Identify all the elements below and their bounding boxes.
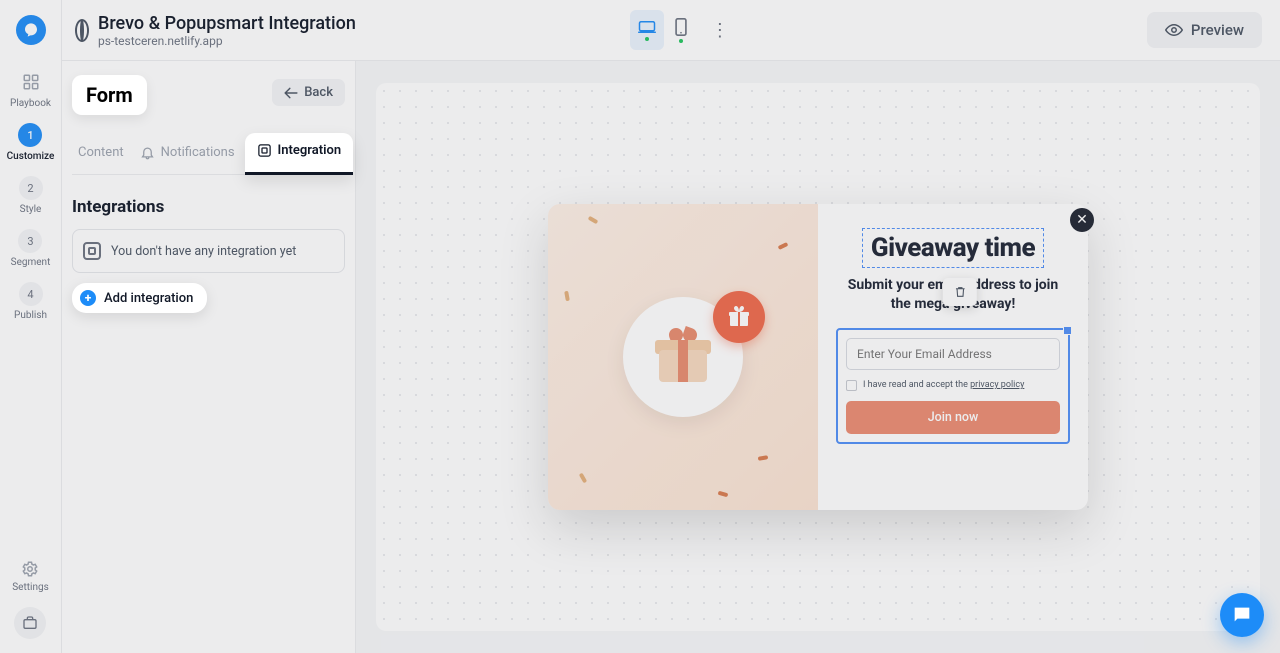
artboard[interactable]: Giveaway time Submit your email address …: [376, 83, 1260, 631]
chat-icon: [1231, 604, 1253, 626]
rail-workspace-button[interactable]: [14, 607, 46, 639]
device-mobile-button[interactable]: [664, 10, 698, 50]
tab-notifications[interactable]: Notifications: [134, 135, 241, 172]
canvas-area: Giveaway time Submit your email address …: [356, 61, 1280, 653]
plus-icon: +: [80, 290, 96, 306]
step-1-badge: 1: [18, 123, 42, 147]
gift-badge-icon: [713, 291, 765, 343]
back-label: Back: [304, 85, 333, 100]
close-icon: ✕: [1076, 212, 1088, 228]
integrations-empty-card: You don't have any integration yet: [72, 229, 345, 273]
bell-icon: [140, 145, 155, 160]
join-button[interactable]: Join now: [846, 401, 1060, 434]
rail-playbook[interactable]: Playbook: [10, 70, 51, 109]
add-integration-label: Add integration: [104, 291, 193, 306]
grid-icon: [19, 70, 43, 94]
integration-placeholder-icon: [83, 242, 101, 260]
popup-form-side: Giveaway time Submit your email address …: [818, 204, 1088, 510]
add-integration-button[interactable]: + Add integration: [72, 283, 207, 313]
rail-customize[interactable]: 1 Customize: [7, 123, 55, 162]
step-4-badge: 4: [19, 282, 43, 306]
headline-selection[interactable]: Giveaway time: [862, 228, 1044, 268]
integrations-empty-text: You don't have any integration yet: [111, 244, 296, 259]
preview-label: Preview: [1191, 21, 1244, 39]
top-bar: Brevo & Popupsmart Integration ps-testce…: [62, 0, 1280, 61]
arrow-left-icon: [284, 87, 298, 99]
left-rail: Playbook 1 Customize 2 Style 3 Segment 4…: [0, 0, 62, 653]
rail-style[interactable]: 2 Style: [19, 176, 43, 215]
integrations-heading: Integrations: [72, 197, 345, 217]
step-2-badge: 2: [19, 176, 43, 200]
consent-checkbox[interactable]: [846, 380, 857, 391]
form-title-chip: Form: [72, 75, 147, 115]
popup-image-side: [548, 204, 818, 510]
gear-icon: [21, 560, 39, 578]
page-subtitle: ps-testceren.netlify.app: [98, 34, 356, 48]
rail-publish[interactable]: 4 Publish: [14, 282, 47, 321]
preview-button[interactable]: Preview: [1147, 12, 1262, 48]
tab-content[interactable]: Content: [72, 135, 130, 172]
step-3-badge: 3: [18, 229, 42, 253]
integration-icon: [257, 143, 272, 158]
popup-form-selection[interactable]: I have read and accept the privacy polic…: [836, 328, 1070, 444]
rail-segment[interactable]: 3 Segment: [11, 229, 51, 268]
panel-tabs: Content Notifications Integration: [72, 133, 345, 175]
email-input[interactable]: [846, 338, 1060, 370]
back-button[interactable]: Back: [272, 79, 345, 106]
more-menu-button[interactable]: ⋮: [706, 16, 734, 44]
privacy-link[interactable]: privacy policy: [970, 380, 1024, 390]
popup-close-button[interactable]: ✕: [1070, 208, 1094, 232]
page-title: Brevo & Popupsmart Integration: [98, 13, 356, 34]
consent-row: I have read and accept the privacy polic…: [846, 380, 1060, 391]
briefcase-icon: [22, 615, 38, 631]
gift-illustration: [623, 297, 743, 417]
delete-element-button[interactable]: [943, 278, 977, 306]
chat-fab[interactable]: [1220, 593, 1264, 637]
rail-settings[interactable]: Settings: [12, 560, 49, 593]
side-panel: Form Back Content Notifications Integrat…: [62, 61, 356, 653]
popup-preview: Giveaway time Submit your email address …: [548, 204, 1088, 510]
popup-headline: Giveaway time: [871, 233, 1035, 263]
globe-icon: [80, 21, 84, 40]
device-desktop-button[interactable]: [630, 10, 664, 50]
trash-icon: [953, 285, 966, 299]
eye-icon: [1165, 21, 1183, 39]
tab-integration[interactable]: Integration: [245, 133, 354, 175]
